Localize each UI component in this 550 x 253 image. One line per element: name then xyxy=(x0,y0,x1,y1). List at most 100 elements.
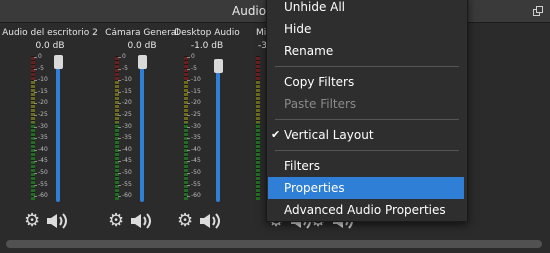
meter-tick-label: -40 xyxy=(118,145,132,153)
meter-segment-line xyxy=(256,132,260,133)
meter-segment-line xyxy=(256,140,260,141)
meter-segment-line xyxy=(256,144,260,145)
meter-segment-line xyxy=(115,108,119,109)
meter-segment-line xyxy=(256,136,260,137)
meter-tick-label: -10 xyxy=(118,76,132,84)
menu-item-vertical-layout[interactable]: ✔ Vertical Layout xyxy=(268,124,464,146)
meter-segment-line xyxy=(115,60,119,61)
meter-segment-line xyxy=(256,96,260,97)
fader-handle[interactable] xyxy=(54,55,63,69)
volume-fader[interactable] xyxy=(140,62,144,202)
meter-segment-line xyxy=(115,100,119,101)
meter-segment-line xyxy=(256,80,260,81)
meter-tick-label: -5 xyxy=(34,64,44,72)
meter-tick-label: -55 xyxy=(118,180,132,188)
meter-scale: 0 -5 -10 -15 -20 -25 -30 -35 -40 -45 -50 -55 -60 xyxy=(187,54,213,202)
meter-segment-line xyxy=(256,92,260,93)
meter-segment-line xyxy=(115,168,119,169)
meter-segment-line xyxy=(184,64,188,65)
volume-fader[interactable] xyxy=(56,62,60,202)
menu-item-properties[interactable]: Properties xyxy=(268,177,464,199)
meter-segment-line xyxy=(184,72,188,73)
menu-item-paste-filters: Paste Filters xyxy=(284,97,357,111)
volume-fader[interactable] xyxy=(216,62,220,202)
meter-segment-line xyxy=(256,84,260,85)
gear-icon[interactable]: ⚙ xyxy=(177,212,195,230)
menu-item-unhide-all[interactable]: Unhide All xyxy=(268,0,464,18)
meter-segment-line xyxy=(184,136,188,137)
meter-segment-line xyxy=(31,124,35,125)
meter-tick-label: -40 xyxy=(34,145,48,153)
meter-segment-line xyxy=(256,64,260,65)
menu-item-hide[interactable]: Hide xyxy=(268,18,464,40)
meter-segment-line xyxy=(115,96,119,97)
channel-name: Audio del escritorio 2 xyxy=(2,28,98,38)
meter-segment-line xyxy=(256,112,260,113)
meter-tick-label: -50 xyxy=(34,169,48,176)
meter-segment-line xyxy=(256,124,260,125)
meter-segment-line xyxy=(184,88,188,89)
channel-volume: -3 xyxy=(258,41,267,51)
meter-segment-line xyxy=(115,180,119,181)
meter-segment-line xyxy=(184,100,188,101)
speaker-icon[interactable] xyxy=(130,213,152,229)
meter-tick-label: -25 xyxy=(187,111,201,118)
meter-tick-label: -15 xyxy=(187,87,201,95)
meter-segment-line xyxy=(31,88,35,89)
fader-handle[interactable] xyxy=(138,55,147,69)
meter-tick-label: -50 xyxy=(187,169,201,176)
meter-segment-line xyxy=(256,56,260,57)
meter-segment-line xyxy=(256,152,260,153)
meter-tick-label: -40 xyxy=(187,145,201,153)
gear-icon[interactable]: ⚙ xyxy=(24,212,42,230)
meter-segment-line xyxy=(256,164,260,165)
meter-segment-line xyxy=(115,120,119,121)
menu-item-rename[interactable]: Rename xyxy=(268,40,464,62)
meter-segment-line xyxy=(184,152,188,153)
menu-item-advanced-audio-properties[interactable]: Advanced Audio Properties xyxy=(268,199,464,221)
meter-tick-label: -50 xyxy=(118,169,132,176)
meter-tick-label: -45 xyxy=(118,157,132,165)
meter-segment-line xyxy=(184,144,188,145)
menu-separator xyxy=(275,119,459,120)
meter-segment-line xyxy=(31,96,35,97)
meter-tick-label: -60 xyxy=(118,192,132,200)
meter-segment-line xyxy=(31,164,35,165)
meter-segment-line xyxy=(184,176,188,177)
meter-segment-line xyxy=(31,112,35,113)
speaker-icon[interactable] xyxy=(199,213,221,229)
meter-segment-line xyxy=(31,136,35,137)
speaker-icon[interactable] xyxy=(46,213,68,229)
meter-tick-label: -45 xyxy=(34,157,48,165)
meter-segment-line xyxy=(256,104,260,105)
meter-tick-label: -20 xyxy=(34,99,48,107)
meter-segment-line xyxy=(256,156,260,157)
volume-meter xyxy=(115,56,119,200)
meter-segment-line xyxy=(31,72,35,73)
meter-segment-line xyxy=(31,140,35,141)
volume-meter xyxy=(256,56,260,200)
meter-segment-line xyxy=(115,128,119,129)
meter-tick-label: -15 xyxy=(34,87,48,95)
meter-segment-line xyxy=(115,188,119,189)
meter-segment-line xyxy=(256,60,260,61)
meter-tick-label: -35 xyxy=(34,134,48,142)
meter-segment-line xyxy=(184,84,188,85)
meter-segment-line xyxy=(115,132,119,133)
meter-segment-line xyxy=(115,136,119,137)
meter-segment-line xyxy=(256,116,260,117)
meter-segment-line xyxy=(31,188,35,189)
meter-tick-label: -35 xyxy=(187,134,201,142)
menu-item-copy-filters[interactable]: Copy Filters xyxy=(268,71,464,93)
gear-icon[interactable]: ⚙ xyxy=(108,212,126,230)
meter-segment-line xyxy=(184,180,188,181)
meter-tick-label: -10 xyxy=(34,76,48,84)
menu-item-filters[interactable]: Filters xyxy=(268,155,464,177)
meter-segment-line xyxy=(115,156,119,157)
meter-segment-line xyxy=(31,116,35,117)
context-menu: Unhide All Hide Rename Copy Filters Past… xyxy=(266,0,468,222)
float-dock-icon[interactable] xyxy=(533,6,543,16)
meter-segment-line xyxy=(31,168,35,169)
meter-segment-line xyxy=(256,68,260,69)
horizontal-scrollbar[interactable] xyxy=(6,240,542,248)
